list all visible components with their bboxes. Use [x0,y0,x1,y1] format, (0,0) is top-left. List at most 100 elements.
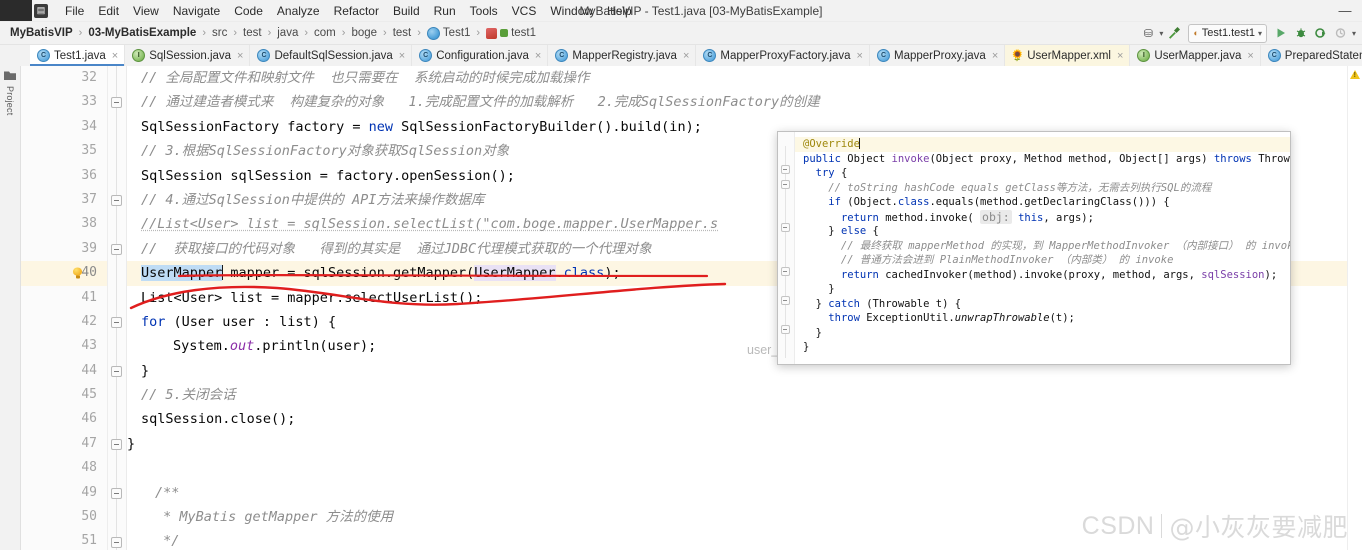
keyword-class: class [897,196,930,208]
code-text: SqlSessionFactory factory = [141,118,369,135]
profile-button[interactable] [1332,24,1350,42]
menu-item-help[interactable]: Help [600,3,639,19]
popup-code-content[interactable]: @Override public Object invoke(Object pr… [795,132,1290,364]
fold-toggle-icon[interactable] [780,165,790,174]
menu-item-window[interactable]: Window [543,3,600,19]
tab-preparedstatementhandler-java[interactable]: C PreparedStatementHandler.java × [1260,45,1362,66]
fold-toggle-icon[interactable] [780,325,790,334]
run-config-label: Test1.test1 [1201,27,1255,39]
run-button[interactable] [1272,24,1290,42]
tab-usermapper-xml[interactable]: 🌻 UserMapper.xml × [1005,45,1131,66]
intention-bulb-icon[interactable] [73,267,82,279]
toolbar-more-icon[interactable]: ▾ [1352,29,1356,38]
run-with-coverage-button[interactable] [1312,24,1330,42]
tab-sqlsession-java[interactable]: I SqlSession.java × [125,45,251,66]
breadcrumb-item-java[interactable]: java [275,27,300,39]
code-text: sqlSession.close(); [141,411,296,428]
breadcrumb-item-class[interactable]: Test1 [425,26,473,40]
error-stripe[interactable] [1347,66,1362,550]
breadcrumb-separator: › [267,27,272,39]
close-icon[interactable]: × [399,50,405,62]
tab-configuration-java[interactable]: C Configuration.java × [412,45,549,66]
code-line-50[interactable]: * MyBatis getMapper 方法的使用 [127,505,1362,529]
close-icon[interactable]: × [535,50,541,62]
fold-toggle-icon[interactable] [780,267,790,276]
code-line-46[interactable]: sqlSession.close(); [127,407,1362,431]
popup-line-2: try { [795,166,1290,181]
tab-defaultsqlsession-java[interactable]: C DefaultSqlSession.java × [250,45,413,66]
fold-toggle-icon[interactable] [780,180,790,189]
build-hammer-icon[interactable] [1165,24,1183,42]
close-icon[interactable]: × [237,50,243,62]
fold-toggle-icon[interactable] [780,223,790,232]
close-icon[interactable]: × [112,50,118,62]
breadcrumb-item-com[interactable]: com [312,27,338,39]
code-text: , args); [1043,211,1094,224]
fold-toggle-icon[interactable] [111,488,122,499]
breadcrumb-item-test2[interactable]: test [391,27,414,39]
tab-mapperregistry-java[interactable]: C MapperRegistry.java × [548,45,697,66]
line-numbers: 32 33 34 35 36 37 38 39 40 41 42 43 44 4… [21,66,107,550]
fold-toggle-icon[interactable] [111,195,122,206]
line-number: 48 [81,460,97,476]
debug-button[interactable] [1292,24,1310,42]
source-preview-popup[interactable]: @Override public Object invoke(Object pr… [777,131,1291,365]
tab-test1-java[interactable]: C Test1.java × [30,45,126,66]
menu-item-build[interactable]: Build [386,3,427,19]
fold-toggle-icon[interactable] [111,317,122,328]
breadcrumb-item-boge[interactable]: boge [349,27,379,39]
sidebar-item-project[interactable]: Project [5,86,15,115]
breadcrumb-item-project[interactable]: MyBatisVIP [8,27,75,39]
close-icon[interactable]: × [683,50,689,62]
menu-item-code[interactable]: Code [227,3,270,19]
fold-guide-line [116,66,117,550]
code-line-32[interactable]: // 全局配置文件和映射文件 也只需要在 系统启动的时候完成加载操作 [127,66,1362,90]
breadcrumb-item-module[interactable]: 03-MyBatisExample [86,27,198,39]
code-line-51[interactable]: */ [127,529,1362,550]
interface-icon: I [132,49,146,62]
fold-toggle-icon[interactable] [111,244,122,255]
fold-toggle-icon[interactable] [780,296,790,305]
tab-mapperproxyfactory-java[interactable]: C MapperProxyFactory.java × [696,45,870,66]
breadcrumb-item-test[interactable]: test [241,27,264,39]
tab-usermapper-java[interactable]: I UserMapper.java × [1130,45,1261,66]
menu-item-tools[interactable]: Tools [463,3,505,19]
code-line-49[interactable]: /** [127,481,1362,505]
breadcrumb-item-method[interactable]: test1 [484,27,538,39]
menu-item-view[interactable]: View [126,3,166,19]
code-line-48[interactable] [127,456,1362,480]
menu-item-run[interactable]: Run [427,3,463,19]
popup-line-9: return cachedInvoker(method).invoke(prox… [795,268,1290,283]
fold-toggle-icon[interactable] [111,537,122,548]
class-icon: C [37,49,50,62]
popup-line-5: return method.invoke( obj: this, args); [795,209,1290,225]
tab-mapperproxy-java[interactable]: C MapperProxy.java × [869,45,1006,66]
app-logo-icon: ▤ [34,3,48,18]
class-icon: C [555,49,569,62]
profiler-icon[interactable]: ⛁ [1139,24,1157,42]
popup-line-7: // 最终获取 mapperMethod 的实现，到 MapperMethodI… [795,239,1290,254]
close-icon[interactable]: × [1247,50,1253,62]
breadcrumb-separator: › [417,27,421,39]
close-icon[interactable]: × [1117,50,1123,62]
fold-toggle-icon[interactable] [111,366,122,377]
menu-item-file[interactable]: File [58,3,91,19]
code-text: List<User> list = mapper.selectUserList(… [141,289,483,306]
close-icon[interactable]: × [857,50,863,62]
menu-item-analyze[interactable]: Analyze [270,3,327,19]
menu-item-edit[interactable]: Edit [91,3,126,19]
menu-item-vcs[interactable]: VCS [505,3,544,19]
close-icon[interactable]: × [992,50,998,62]
fold-toggle-icon[interactable] [111,439,122,450]
fold-toggle-icon[interactable] [111,97,122,108]
menu-item-navigate[interactable]: Navigate [166,3,227,19]
code-line-45[interactable]: // 5.关闭会话 [127,383,1362,407]
minimize-button[interactable]: — [1332,1,1358,21]
code-line-47[interactable]: } [127,432,1362,456]
menu-item-refactor[interactable]: Refactor [327,3,386,19]
breadcrumb-item-src[interactable]: src [210,27,229,39]
run-configuration-selector[interactable]: ◐ Test1.test1 ▾ [1188,23,1267,43]
profiler-dropdown-icon[interactable]: ▾ [1159,29,1163,38]
warning-triangle-icon[interactable] [1350,70,1360,79]
code-line-33[interactable]: // 通过建造者模式来 构建复杂的对象 1.完成配置文件的加载解析 2.完成Sq… [127,90,1362,114]
